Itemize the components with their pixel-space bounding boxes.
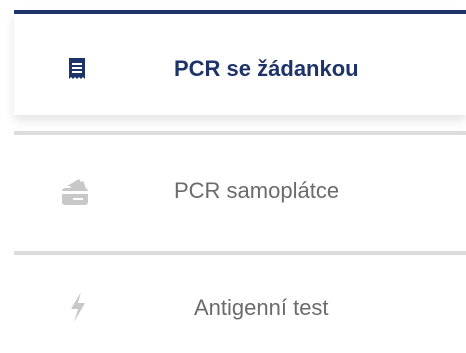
- tab-label: PCR samoplátce: [174, 178, 340, 203]
- tab-pcr-self-payer[interactable]: PCR samoplátce: [14, 131, 466, 237]
- tab-label: Antigenní test: [194, 295, 329, 320]
- tab-pcr-with-request[interactable]: PCR se žádankou: [14, 10, 466, 115]
- test-type-tabs: PCR se žádankou PCR samoplátce Antigenní…: [14, 0, 466, 353]
- lightning-icon: [68, 291, 88, 323]
- tab-antigen-test[interactable]: Antigenní test: [14, 251, 466, 353]
- wallet-card-icon: [59, 177, 93, 207]
- receipt-icon: [64, 56, 90, 82]
- tab-label: PCR se žádankou: [174, 56, 359, 81]
